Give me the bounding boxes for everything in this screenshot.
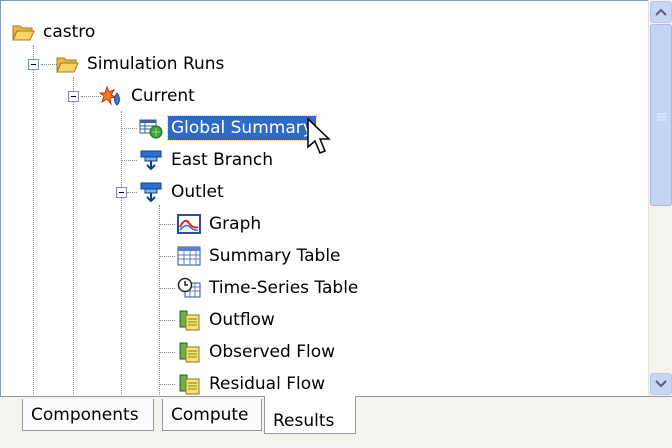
tree-node-castro[interactable]: castro: [11, 19, 98, 45]
tree-node-global-summary[interactable]: Global Summary: [139, 115, 317, 141]
tree-node-east-branch[interactable]: East Branch: [139, 147, 276, 173]
tab-results[interactable]: Results: [264, 396, 356, 434]
tree-node-label: Residual Flow: [209, 374, 326, 394]
tree-node-summary-table[interactable]: Summary Table: [177, 243, 344, 269]
tree-line: [121, 128, 137, 129]
tree-node-label: Graph: [209, 214, 262, 234]
global-summary-icon: [139, 119, 163, 139]
tree-node-label: Global Summary: [167, 115, 317, 141]
tree-node-outflow[interactable]: Outflow: [177, 307, 278, 333]
junction-element-icon: [140, 182, 162, 203]
tree-line: [159, 288, 175, 289]
tree-node-outlet[interactable]: Outlet: [139, 179, 227, 205]
tree-node-label: Time-Series Table: [209, 278, 359, 298]
tab-label: Compute: [171, 404, 249, 425]
collapse-toggle-current[interactable]: [68, 91, 79, 102]
tree-line: [159, 224, 175, 225]
simulation-run-icon: [99, 85, 120, 106]
folder-open-icon: [56, 57, 79, 73]
watershed-explorer-tree[interactable]: castro Simulation Runs Current Global Su…: [0, 0, 648, 396]
tree-node-label: Outlet: [171, 182, 224, 202]
tab-components[interactable]: Components: [22, 399, 154, 431]
vertical-scrollbar[interactable]: [648, 0, 672, 396]
tree-line: [159, 384, 175, 385]
time-series-table-icon: [177, 277, 201, 298]
explorer-tabs: Components Compute Results: [0, 396, 672, 448]
time-series-data-icon: [179, 342, 200, 363]
time-series-data-icon: [179, 310, 200, 331]
tree-line: [159, 256, 175, 257]
reach-element-icon: [140, 150, 162, 171]
summary-table-icon: [177, 246, 201, 266]
tree-line: [127, 192, 137, 193]
tree-line: [159, 320, 175, 321]
tab-label: Components: [31, 404, 139, 425]
scroll-thumb[interactable]: [650, 24, 672, 206]
tree-line: [121, 111, 122, 396]
grip-icon: [657, 113, 666, 121]
scroll-up-button[interactable]: [650, 1, 672, 23]
collapse-toggle-outlet[interactable]: [116, 187, 127, 198]
tree-node-label: Outflow: [209, 310, 275, 330]
scroll-down-button[interactable]: [650, 373, 672, 395]
tree-line: [159, 352, 175, 353]
tab-compute[interactable]: Compute: [162, 399, 262, 431]
chevron-up-icon: [655, 8, 667, 16]
tab-label: Results: [273, 410, 335, 431]
chevron-down-icon: [655, 380, 667, 388]
tree-node-simulation-runs[interactable]: Simulation Runs: [55, 51, 227, 77]
tree-node-label: Observed Flow: [209, 342, 335, 362]
tree-line: [159, 205, 160, 396]
tree-node-label: Current: [131, 86, 195, 106]
tree-node-label: East Branch: [171, 150, 274, 170]
tree-node-time-series-table[interactable]: Time-Series Table: [177, 275, 361, 301]
collapse-toggle-simulation-runs[interactable]: [28, 59, 39, 70]
time-series-data-icon: [179, 374, 200, 395]
graph-icon: [177, 214, 201, 234]
tree-line: [73, 77, 74, 396]
mouse-pointer-icon: [307, 117, 331, 154]
folder-open-icon: [12, 25, 35, 41]
tree-line: [121, 160, 137, 161]
tree-node-label: castro: [43, 22, 96, 42]
tree-node-label: Simulation Runs: [87, 54, 225, 74]
tree-node-graph[interactable]: Graph: [177, 211, 264, 237]
tree-node-label: Summary Table: [209, 246, 341, 266]
tree-node-current[interactable]: Current: [99, 83, 198, 109]
tree-line: [81, 96, 101, 97]
tree-node-observed-flow[interactable]: Observed Flow: [177, 339, 338, 365]
tree-node-residual-flow[interactable]: Residual Flow: [177, 371, 328, 396]
tree-line: [33, 45, 34, 396]
